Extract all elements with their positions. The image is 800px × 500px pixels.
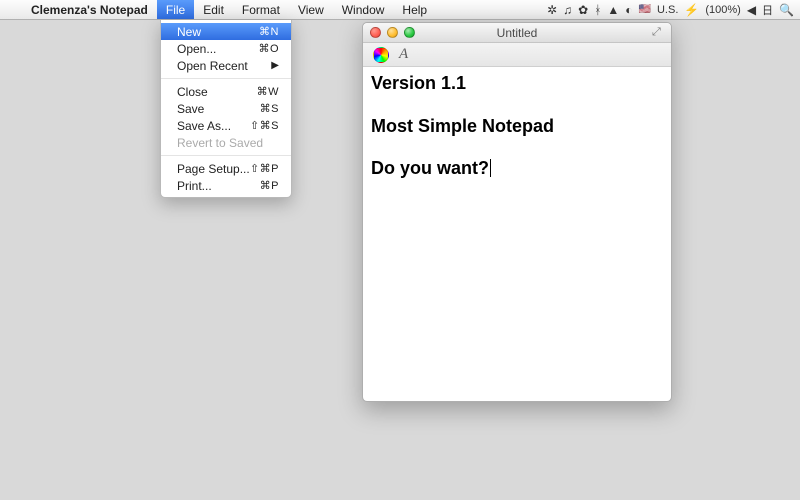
menu-extra-icon[interactable]: ✲	[547, 3, 557, 17]
file-menu-print[interactable]: Print...⌘P	[161, 177, 291, 194]
volume-icon[interactable]: ◀	[747, 3, 756, 17]
menu-view[interactable]: View	[289, 0, 333, 19]
minimize-window-button[interactable]	[387, 27, 398, 38]
text-editor[interactable]: Version 1.1 Most Simple Notepad Do you w…	[363, 67, 671, 401]
toolbar: A	[363, 43, 671, 67]
battery-percent[interactable]: (100%)	[705, 4, 740, 16]
menu-window[interactable]: Window	[333, 0, 394, 19]
text-caret	[490, 159, 491, 177]
text-line: Version 1.1	[371, 73, 663, 95]
text-line: Do you want?	[371, 158, 663, 180]
ime-label[interactable]: 日	[762, 2, 773, 18]
menu-separator	[161, 78, 291, 79]
file-menu-save[interactable]: Save⌘S	[161, 100, 291, 117]
submenu-arrow-icon: ▶	[271, 60, 279, 71]
bluetooth-icon[interactable]: ᚼ	[594, 3, 601, 17]
title-bar[interactable]: Untitled ⤢	[363, 23, 671, 43]
fonts-button[interactable]: A	[399, 46, 408, 63]
document-window: Untitled ⤢ A Version 1.1 Most Simple Not…	[362, 22, 672, 402]
input-source-label[interactable]: U.S.	[657, 4, 678, 16]
menu-format[interactable]: Format	[233, 0, 289, 19]
file-menu-page-setup[interactable]: Page Setup...⇧⌘P	[161, 160, 291, 177]
wifi-icon[interactable]: ▲	[607, 3, 619, 17]
menu-help[interactable]: Help	[393, 0, 436, 19]
menu-file[interactable]: File	[157, 0, 194, 19]
file-menu-open-recent[interactable]: Open Recent▶	[161, 57, 291, 74]
menu-extras: ✲ ♫ ✿ ᚼ ▲ ◐ 🇺🇸 U.S. ⚡ (100%) ◀ 日 🔍	[547, 2, 800, 18]
file-menu-dropdown: New⌘N Open...⌘O Open Recent▶ Close⌘W Sav…	[160, 20, 292, 198]
file-menu-close[interactable]: Close⌘W	[161, 83, 291, 100]
file-menu-open[interactable]: Open...⌘O	[161, 40, 291, 57]
file-menu-save-as[interactable]: Save As...⇧⌘S	[161, 117, 291, 134]
menu-bar: Clemenza's Notepad File Edit Format View…	[0, 0, 800, 20]
close-window-button[interactable]	[370, 27, 381, 38]
menu-extra-icon[interactable]: ✿	[578, 3, 588, 17]
menu-extra-icon[interactable]: ◐	[625, 3, 632, 17]
menu-separator	[161, 155, 291, 156]
app-name[interactable]: Clemenza's Notepad	[22, 0, 157, 19]
colors-button[interactable]	[373, 47, 389, 63]
menu-edit[interactable]: Edit	[194, 0, 233, 19]
text-line: Most Simple Notepad	[371, 116, 663, 138]
battery-charging-icon[interactable]: ⚡	[684, 3, 699, 17]
file-menu-revert: Revert to Saved	[161, 134, 291, 151]
menu-extra-icon[interactable]: ♫	[563, 3, 572, 17]
file-menu-new[interactable]: New⌘N	[161, 23, 291, 40]
fullscreen-button[interactable]: ⤢	[652, 26, 665, 39]
spotlight-icon[interactable]: 🔍	[779, 3, 794, 17]
zoom-window-button[interactable]	[404, 27, 415, 38]
